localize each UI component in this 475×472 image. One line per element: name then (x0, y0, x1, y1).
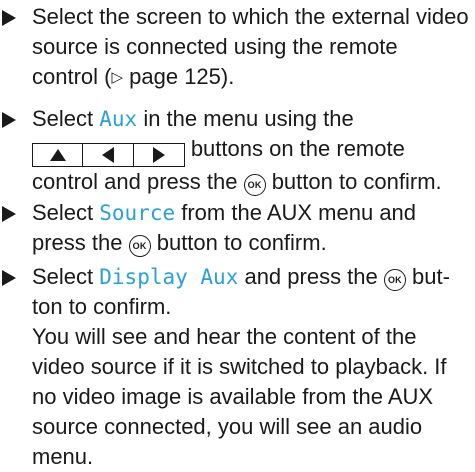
step-select-source: Select Source from the AUX menu and pres… (0, 198, 469, 258)
step-display-aux: Select Display Aux and press the OK but-… (0, 262, 469, 472)
page-ref-icon: ▷ (111, 69, 124, 86)
page-ref-text: page 125). (123, 64, 235, 89)
left-arrow-key-icon (82, 143, 135, 167)
step-note: You will see and hear the content of the… (32, 324, 447, 469)
right-arrow-key-icon (132, 143, 185, 167)
ok-button-icon: OK (383, 269, 406, 291)
instruction-page: Select the screen to which the external … (0, 0, 475, 469)
step-select-screen: Select the screen to which the external … (0, 2, 469, 93)
bullet-arrow-icon (2, 10, 16, 26)
menu-item-source: Source (99, 201, 176, 225)
ok-button-icon: OK (243, 174, 266, 196)
bullet-arrow-icon (2, 270, 16, 286)
step-text: in the menu using the (137, 106, 354, 131)
bullet-arrow-icon (2, 206, 16, 222)
step-text: button to confirm. (150, 230, 327, 255)
ok-button-icon: OK (128, 235, 151, 257)
bullet-arrow-icon (2, 112, 16, 128)
step-text: Select (32, 200, 100, 225)
step-text: button to confirm. (265, 169, 442, 194)
up-arrow-key-icon (32, 143, 84, 167)
remote-arrow-keys (32, 143, 185, 167)
step-text: Select (32, 264, 100, 289)
step-text: Select (32, 106, 100, 131)
step-text: Select the screen to which the external … (32, 4, 469, 89)
step-select-aux: Select Aux in the menu using the buttons… (0, 104, 469, 197)
step-text: and press the (238, 264, 384, 289)
menu-item-aux: Aux (99, 107, 138, 131)
menu-item-display-aux: Display Aux (99, 265, 239, 289)
